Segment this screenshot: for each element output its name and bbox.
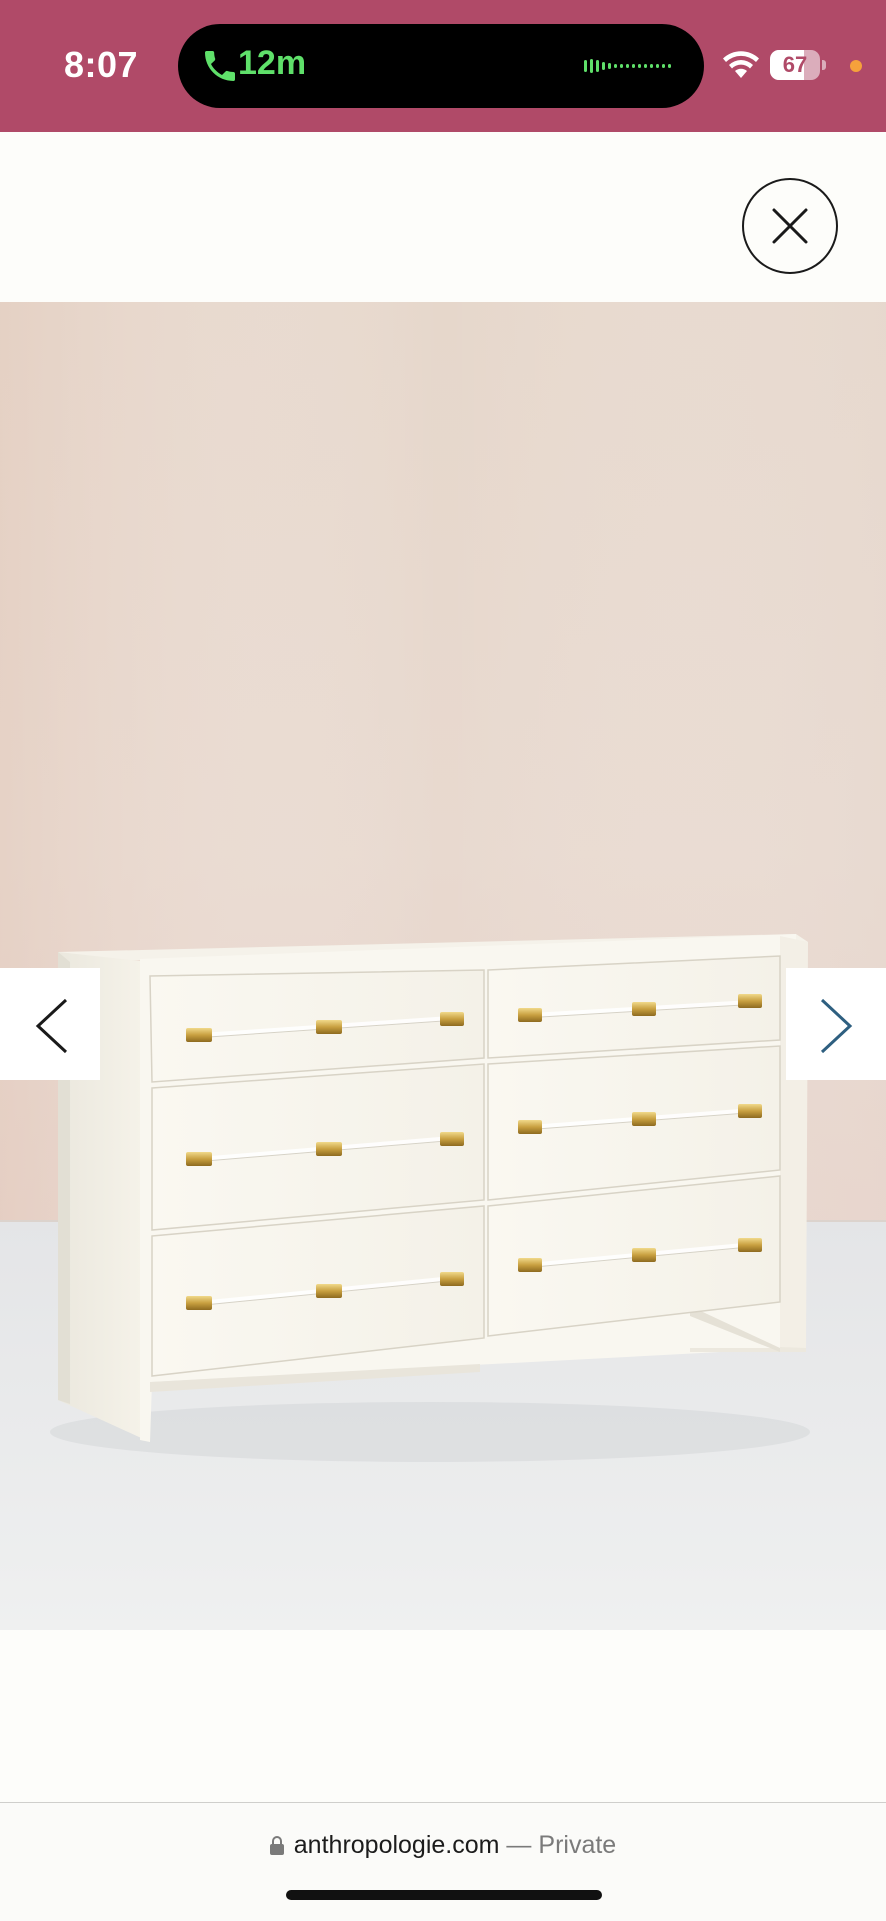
url-domain: anthropologie.com	[293, 1831, 500, 1859]
product-photo	[0, 302, 886, 1630]
waveform-icon	[584, 59, 671, 73]
battery-icon: 67	[770, 50, 828, 80]
phone-icon	[205, 51, 235, 81]
browsing-mode: Private	[538, 1831, 617, 1859]
battery-percent: 67	[782, 52, 808, 77]
wifi-icon	[723, 51, 759, 78]
previous-image-button[interactable]	[0, 968, 100, 1080]
next-image-button[interactable]	[786, 968, 886, 1080]
chevron-left-icon	[35, 998, 68, 1054]
product-image[interactable]	[0, 302, 886, 1630]
close-button[interactable]	[742, 178, 838, 274]
home-indicator[interactable]	[286, 1890, 602, 1900]
chevron-right-icon	[820, 998, 853, 1054]
status-time: 8:07	[64, 44, 139, 85]
status-bar: 8:07 12m 67	[0, 0, 886, 132]
browser-bottom-bar: anthropologie.com — Private	[0, 1802, 886, 1921]
call-duration: 12m	[238, 44, 307, 82]
privacy-indicator-dot	[850, 60, 862, 72]
active-call-pill[interactable]: 12m	[178, 24, 704, 108]
battery-body: 67	[770, 50, 820, 80]
battery-cap	[822, 60, 826, 70]
url-separator: —	[499, 1831, 539, 1859]
close-icon	[772, 208, 808, 244]
address-bar[interactable]: anthropologie.com — Private	[0, 1831, 886, 1860]
lock-icon	[269, 1836, 284, 1855]
